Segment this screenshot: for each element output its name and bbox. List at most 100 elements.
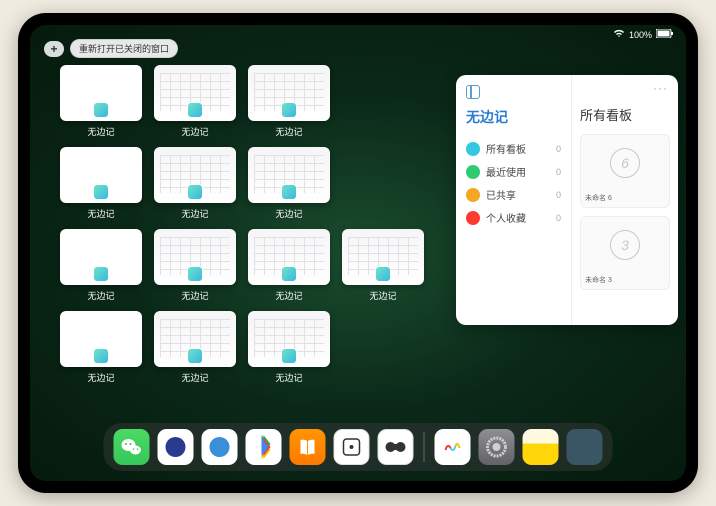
battery-text: 100% <box>629 30 652 40</box>
window-thumbnail[interactable] <box>60 229 142 285</box>
add-window-button[interactable]: + <box>44 41 64 57</box>
freeform-app-badge-icon <box>187 184 203 200</box>
board-thumbnail: 6 <box>581 135 669 191</box>
window-tile[interactable]: 无边记 <box>154 311 236 389</box>
category-icon <box>466 188 480 202</box>
window-thumbnail[interactable] <box>248 229 330 285</box>
window-thumbnail[interactable] <box>154 229 236 285</box>
sidebar-toggle-icon[interactable] <box>466 85 480 99</box>
sidebar-item[interactable]: 已共享 0 <box>466 183 561 206</box>
ipad-frame: 100% + 重新打开已关闭的窗口 无边记无边记无边记无边记无边记无边记无边记无… <box>18 13 698 493</box>
window-label: 无边记 <box>275 289 302 302</box>
quark-hd-icon[interactable] <box>158 429 194 465</box>
window-label: 无边记 <box>87 371 114 384</box>
window-thumbnail[interactable] <box>342 229 424 285</box>
status-bar: 100% <box>613 29 674 40</box>
freeform-app-badge-icon <box>187 348 203 364</box>
freeform-app-badge-icon <box>281 184 297 200</box>
window-tile[interactable]: 无边记 <box>60 147 142 225</box>
window-tile[interactable]: 无边记 <box>154 229 236 307</box>
workspace: 无边记无边记无边记无边记无边记无边记无边记无边记无边记无边记无边记无边记无边记 … <box>60 65 656 421</box>
window-label: 无边记 <box>369 289 396 302</box>
sidebar-item[interactable]: 所有看板 0 <box>466 137 561 160</box>
wifi-icon <box>613 29 625 40</box>
category-icon <box>466 211 480 225</box>
freeform-app-badge-icon <box>281 348 297 364</box>
board-caption: 未命名 3 <box>581 273 669 289</box>
notes-icon[interactable] <box>523 429 559 465</box>
sidebar-item-count: 0 <box>556 190 561 200</box>
freeform-panel[interactable]: ··· 无边记 所有看板 0 最近使用 0 已共享 0 个人收藏 <box>456 75 678 325</box>
top-controls: + 重新打开已关闭的窗口 <box>44 39 178 58</box>
window-thumbnail[interactable] <box>60 65 142 121</box>
category-icon <box>466 165 480 179</box>
board-thumbnail: 3 <box>581 217 669 273</box>
panel-left-title: 无边记 <box>466 107 561 127</box>
game-icon[interactable] <box>378 429 414 465</box>
window-thumbnail[interactable] <box>154 147 236 203</box>
freeform-app-badge-icon <box>93 348 109 364</box>
window-tile[interactable]: 无边记 <box>248 229 330 307</box>
window-tile[interactable]: 无边记 <box>154 65 236 143</box>
freeform-app-badge-icon <box>281 266 297 282</box>
window-tile[interactable]: 无边记 <box>60 65 142 143</box>
window-label: 无边记 <box>87 289 114 302</box>
window-grid: 无边记无边记无边记无边记无边记无边记无边记无边记无边记无边记无边记无边记无边记 <box>60 65 424 421</box>
sidebar-item-label: 所有看板 <box>486 141 526 156</box>
freeform-icon[interactable] <box>435 429 471 465</box>
window-tile[interactable]: 无边记 <box>248 147 330 225</box>
play-store-icon[interactable] <box>246 429 282 465</box>
screen: 100% + 重新打开已关闭的窗口 无边记无边记无边记无边记无边记无边记无边记无… <box>30 25 686 481</box>
wechat-icon[interactable] <box>114 429 150 465</box>
window-label: 无边记 <box>181 289 208 302</box>
window-thumbnail[interactable] <box>248 311 330 367</box>
sidebar-item[interactable]: 最近使用 0 <box>466 160 561 183</box>
sidebar-item-count: 0 <box>556 144 561 154</box>
reopen-closed-window-button[interactable]: 重新打开已关闭的窗口 <box>70 39 178 58</box>
window-thumbnail[interactable] <box>154 311 236 367</box>
app-library-icon[interactable] <box>567 429 603 465</box>
window-tile[interactable]: 无边记 <box>154 147 236 225</box>
sidebar-item[interactable]: 个人收藏 0 <box>466 206 561 229</box>
window-thumbnail[interactable] <box>248 147 330 203</box>
window-tile[interactable]: 无边记 <box>342 229 424 307</box>
sidebar-item-label: 已共享 <box>486 187 516 202</box>
window-label: 无边记 <box>181 371 208 384</box>
books-icon[interactable] <box>290 429 326 465</box>
window-label: 无边记 <box>87 207 114 220</box>
freeform-app-badge-icon <box>187 102 203 118</box>
window-tile[interactable]: 无边记 <box>60 311 142 389</box>
window-label: 无边记 <box>275 125 302 138</box>
panel-main: 所有看板 6 未命名 6 3 未命名 3 <box>572 75 678 325</box>
freeform-app-badge-icon <box>375 266 391 282</box>
freeform-app-badge-icon <box>93 102 109 118</box>
window-tile[interactable]: 无边记 <box>248 311 330 389</box>
window-thumbnail[interactable] <box>60 147 142 203</box>
dock-separator <box>424 432 425 462</box>
window-label: 无边记 <box>87 125 114 138</box>
category-icon <box>466 142 480 156</box>
dock <box>104 423 613 471</box>
window-tile[interactable]: 无边记 <box>248 65 330 143</box>
window-thumbnail[interactable] <box>60 311 142 367</box>
dice-icon[interactable] <box>334 429 370 465</box>
sidebar-item-label: 最近使用 <box>486 164 526 179</box>
board-card[interactable]: 3 未命名 3 <box>580 216 670 290</box>
sidebar-item-count: 0 <box>556 213 561 223</box>
board-card[interactable]: 6 未命名 6 <box>580 134 670 208</box>
window-thumbnail[interactable] <box>154 65 236 121</box>
window-label: 无边记 <box>181 207 208 220</box>
window-tile[interactable]: 无边记 <box>60 229 142 307</box>
window-thumbnail[interactable] <box>248 65 330 121</box>
panel-right-title: 所有看板 <box>580 105 670 124</box>
sidebar-item-label: 个人收藏 <box>486 210 526 225</box>
sidebar-item-count: 0 <box>556 167 561 177</box>
more-icon[interactable]: ··· <box>653 81 668 95</box>
freeform-app-badge-icon <box>281 102 297 118</box>
quark-icon[interactable] <box>202 429 238 465</box>
settings-icon[interactable] <box>479 429 515 465</box>
freeform-app-badge-icon <box>93 266 109 282</box>
freeform-app-badge-icon <box>187 266 203 282</box>
window-label: 无边记 <box>275 207 302 220</box>
battery-icon <box>656 29 674 40</box>
